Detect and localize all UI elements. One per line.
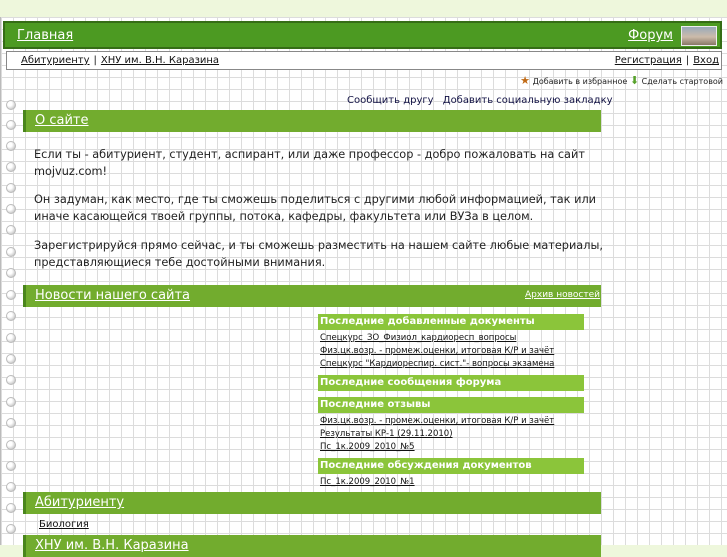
latest-forum-posts-header: Последние сообщения форума <box>318 375 584 391</box>
forum-link[interactable]: Форум <box>628 28 673 43</box>
share-links: Сообщить другу Добавить социальную закла… <box>347 95 619 106</box>
document-link[interactable]: Физ.цк.возр. - промеж.оценки, итоговая К… <box>320 346 554 356</box>
latest-discussions-header: Последние обсуждения документов <box>318 458 584 474</box>
bullet-icon <box>6 354 16 364</box>
bullet-icon <box>6 503 16 513</box>
site-actions: ★ Добавить в избранное ⬇ Сделать стартов… <box>520 74 723 87</box>
bullet-icon <box>6 440 16 450</box>
set-homepage-link[interactable]: Сделать стартовой <box>642 77 723 86</box>
bullet-icon <box>6 268 16 278</box>
bullet-icon <box>6 311 16 321</box>
section-news-title[interactable]: Новости нашего сайта <box>35 288 190 303</box>
section-university-title[interactable]: ХНУ им. В.Н. Каразина <box>35 538 189 553</box>
add-favorites-link[interactable]: Добавить в избранное <box>533 77 628 86</box>
bullet-icon <box>6 183 16 193</box>
section-university: ХНУ им. В.Н. Каразина <box>23 535 601 557</box>
about-paragraph-2: Он задуман, как место, где ты сможешь по… <box>34 193 597 223</box>
nav-applicant-link[interactable]: Абитуриенту <box>21 55 90 66</box>
section-about-title[interactable]: О сайте <box>35 113 89 128</box>
forum-logo-icon[interactable] <box>681 26 717 46</box>
section-applicants: Абитуриенту <box>23 492 601 514</box>
down-arrow-icon: ⬇ <box>629 74 640 87</box>
bullet-icon <box>6 141 16 151</box>
secondary-navbar: Абитуриенту | ХНУ им. В.Н. Каразина Регист… <box>6 51 722 70</box>
review-link[interactable]: Пс_1к.2009_2010_№5 <box>320 442 415 452</box>
bullet-icon <box>6 333 16 343</box>
nav-university-link[interactable]: ХНУ им. В.Н. Каразина <box>101 55 219 66</box>
bullet-icon <box>6 397 16 407</box>
login-link[interactable]: Вход <box>693 55 719 66</box>
bullet-icon <box>6 100 16 110</box>
bullet-icon <box>6 247 16 257</box>
bullet-icon <box>6 418 16 428</box>
discussion-link[interactable]: Пс_1к.2009_2010_№1 <box>320 477 415 487</box>
section-about: О сайте <box>23 110 601 132</box>
biology-link[interactable]: Биология <box>39 519 89 530</box>
bullet-icon <box>6 162 16 172</box>
bullet-icon <box>6 375 16 385</box>
section-news: Новости нашего сайта Архив новостей <box>23 285 601 307</box>
bullet-icon <box>6 120 16 130</box>
document-link[interactable]: Спецкурс_ЗО_Физиол_кардиоресп_вопросы <box>320 333 516 343</box>
bullet-icon <box>6 482 16 492</box>
bullet-icon <box>6 290 16 300</box>
review-link[interactable]: Результаты КР-1 (29.11.2010) <box>320 429 453 439</box>
bullet-icon <box>6 524 16 534</box>
news-archive-link[interactable]: Архив новостей <box>525 290 600 300</box>
latest-reviews-header: Последние отзывы <box>318 397 584 413</box>
section-applicants-title[interactable]: Абитуриенту <box>35 495 124 510</box>
bullet-icon <box>6 225 16 235</box>
document-link[interactable]: Спецкурс "Кардиореспир. сист."- вопросы … <box>320 359 554 369</box>
about-paragraph-3: Зарегистрируйся прямо сейчас, и ты сможе… <box>34 239 603 269</box>
tell-friend-link[interactable]: Сообщить другу <box>347 95 434 106</box>
bullet-icon <box>6 461 16 471</box>
about-paragraph-1: Если ты - абитуриент, студент, аспирант,… <box>34 148 585 178</box>
star-icon: ★ <box>520 74 531 87</box>
latest-documents-header: Последние добавленные документы <box>318 314 584 330</box>
bullet-icon <box>6 204 16 214</box>
top-navigation-bar: Главная Форум <box>3 21 722 49</box>
register-link[interactable]: Регистрация <box>615 55 682 66</box>
review-link[interactable]: Физ.цк.возр. - промеж.оценки, итоговая К… <box>320 416 554 426</box>
social-bookmark-link[interactable]: Добавить социальную закладку <box>443 95 613 106</box>
home-link[interactable]: Главная <box>17 28 73 43</box>
